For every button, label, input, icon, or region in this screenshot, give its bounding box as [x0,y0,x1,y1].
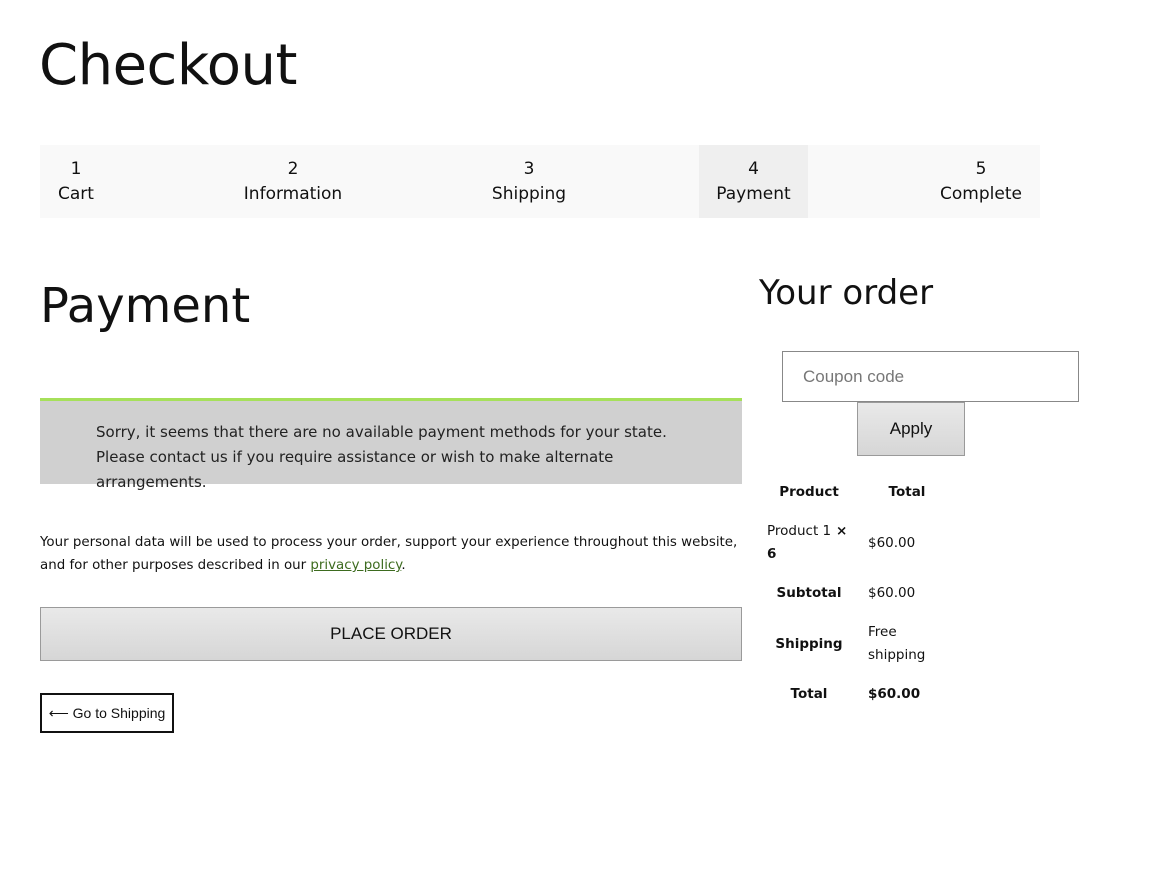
order-heading: Your order [759,273,934,313]
step-number: 1 [70,158,82,179]
total-label: Total [790,686,828,702]
checkout-steps: 1 Cart 2 Information 3 Shipping 4 Paymen… [40,145,1040,218]
step-label: Information [243,183,343,204]
step-number: 3 [523,158,535,179]
step-label: Cart [58,183,94,204]
step-cart[interactable]: 1 Cart [40,145,112,218]
apply-coupon-button[interactable]: Apply [857,402,965,456]
page-title: Checkout [39,33,297,98]
payment-notice: Sorry, it seems that there are no availa… [40,398,742,491]
step-complete[interactable]: 5 Complete [925,145,1037,218]
subtotal-value: $60.00 [868,585,916,601]
privacy-policy-link[interactable]: privacy policy [310,558,401,573]
privacy-notice: Your personal data will be used to proce… [40,531,742,577]
item-name: Product 1 [767,523,832,539]
column-header-total: Total [888,484,926,500]
step-label: Shipping [491,183,567,204]
step-shipping[interactable]: 3 Shipping [483,145,575,218]
step-information[interactable]: 2 Information [236,145,350,218]
item-times: × [836,523,848,539]
notice-text: Sorry, it seems that there are no availa… [96,423,667,491]
payment-heading: Payment [40,278,251,334]
step-label: Complete [940,183,1022,204]
step-number: 5 [975,158,987,179]
step-payment[interactable]: 4 Payment [699,145,808,218]
step-number: 4 [748,158,759,179]
step-number: 2 [287,158,299,179]
coupon-code-input[interactable] [782,351,1079,402]
step-label: Payment [716,183,791,204]
total-value: $60.00 [868,686,921,702]
go-to-shipping-button[interactable]: ⟵ Go to Shipping [40,693,174,733]
item-quantity: 6 [767,546,777,562]
place-order-button[interactable]: PLACE ORDER [40,607,742,661]
item-total: $60.00 [868,535,916,551]
column-header-product: Product [779,484,839,500]
shipping-label: Shipping [775,636,843,652]
privacy-text-end: . [401,558,406,573]
shipping-value: Free shipping [868,624,926,663]
subtotal-label: Subtotal [776,585,842,601]
